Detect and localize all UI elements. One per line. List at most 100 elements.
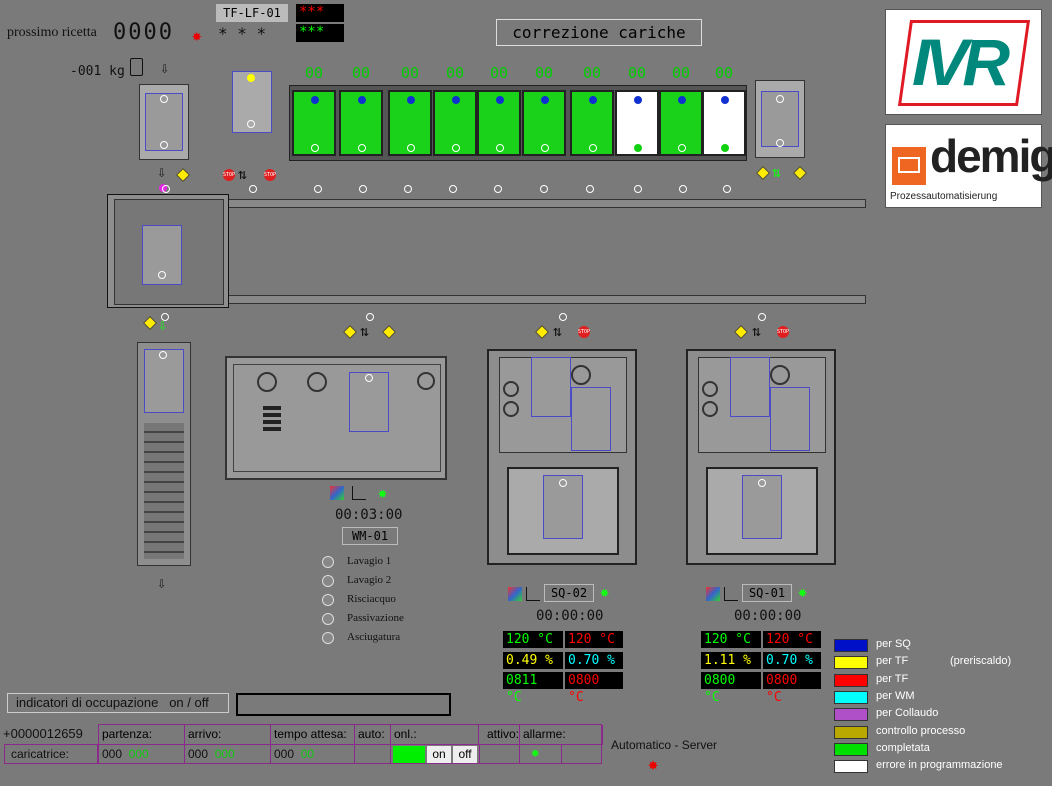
col-header-onl: onl.:: [391, 725, 479, 744]
storage-slot[interactable]: [615, 90, 659, 156]
rail-position-dot: [540, 185, 548, 193]
storage-slot[interactable]: [477, 90, 521, 156]
sq-02-temp1: 120 °C: [503, 631, 563, 648]
slot-counter: 00: [400, 64, 420, 82]
washing-machine-wm-01[interactable]: [225, 356, 447, 480]
occupancy-toggle[interactable]: indicatori di occupazione on / off: [7, 693, 229, 713]
sealed-quench-sq-02[interactable]: [487, 349, 637, 565]
slot-counter: 00: [534, 64, 554, 82]
wm-step-radio[interactable]: [322, 594, 334, 606]
partenza-value: 000 000: [99, 745, 185, 764]
rail-position-dot: [162, 185, 170, 193]
sq-02-timer: 00:00:00: [536, 608, 604, 624]
demig-logo: demig Prozessautomatisierung: [885, 124, 1052, 208]
green-stars-indicator: ***: [296, 24, 344, 42]
unload-station[interactable]: [755, 80, 805, 158]
storage-slot[interactable]: [388, 90, 432, 156]
rail-position-dot: [314, 185, 322, 193]
legend-label: per WM: [876, 689, 915, 702]
shuttle-car[interactable]: [107, 194, 229, 308]
weight-icon: [130, 58, 143, 76]
wm-step-radio[interactable]: [322, 556, 334, 568]
storage-slot[interactable]: [339, 90, 383, 156]
transport-rail-bottom: [186, 295, 866, 304]
sq-02-temp2: 120 °C: [565, 631, 623, 648]
occupancy-indicator: [236, 693, 451, 716]
col-header-attivo: attivo:: [486, 727, 519, 741]
sq-02-pct1: 0.49 %: [503, 652, 563, 669]
slot-counter: 00: [351, 64, 371, 82]
rail-position-dot: [359, 185, 367, 193]
up-down-arrow-icon[interactable]: ⇅: [752, 324, 761, 339]
chart-icon[interactable]: [526, 587, 540, 601]
slot-counter: 00: [445, 64, 465, 82]
col-header-allarme: allarme:: [519, 725, 603, 744]
sq-01-pct2: 0.70 %: [763, 652, 821, 669]
status-diamond: [755, 165, 771, 181]
wm-step-radio[interactable]: [322, 613, 334, 625]
legend-swatch: [834, 656, 868, 670]
up-down-arrow-icon[interactable]: ⇅: [553, 324, 562, 339]
legend-label: per TF: [876, 672, 909, 685]
slot-counter: 00: [714, 64, 734, 82]
legend-label: completata: [876, 741, 930, 754]
program-icon[interactable]: [508, 587, 522, 601]
online-on-button[interactable]: on: [427, 746, 451, 763]
grey-stars: * * *: [218, 24, 267, 43]
stop-icon[interactable]: STOP: [264, 169, 276, 181]
rail-position-dot: [679, 185, 687, 193]
up-down-arrow-icon[interactable]: ⇅: [360, 324, 369, 339]
status-diamond: [733, 324, 749, 340]
storage-slot[interactable]: [522, 90, 566, 156]
up-down-arrow-icon[interactable]: ⇅: [772, 165, 781, 180]
wm-step-label: Passivazione: [347, 612, 404, 624]
weight-value: -001 kg: [70, 64, 125, 79]
down-arrow-icon: ⇩: [160, 59, 170, 77]
chart-icon[interactable]: [352, 486, 366, 500]
rail-position-dot: [366, 313, 374, 321]
vertical-conveyor[interactable]: [137, 342, 191, 566]
stop-icon[interactable]: STOP: [777, 326, 789, 338]
wm-step-radio[interactable]: [322, 575, 334, 587]
online-off-button[interactable]: off: [453, 746, 477, 763]
sq-01-timer: 00:00:00: [734, 608, 802, 624]
storage-slot[interactable]: [570, 90, 614, 156]
up-down-arrow-icon[interactable]: ⇅: [238, 167, 247, 182]
storage-slot[interactable]: [659, 90, 703, 156]
stop-icon[interactable]: STOP: [578, 326, 590, 338]
legend-label: per Collaudo: [876, 707, 939, 720]
legend-swatch: [834, 673, 868, 687]
sq-01-val2: 0800 °C: [763, 672, 821, 705]
storage-slot[interactable]: [702, 90, 746, 156]
load-station[interactable]: [139, 84, 189, 160]
wm-step-radio[interactable]: [322, 632, 334, 644]
correction-button[interactable]: correzione cariche: [496, 19, 702, 46]
slot-counter: 00: [627, 64, 647, 82]
storage-slot[interactable]: [433, 90, 477, 156]
sq-01-temp2: 120 °C: [763, 631, 821, 648]
sq-01-val1: 0800 °C: [701, 672, 761, 705]
server-status: Automatico - Server: [611, 738, 718, 752]
line-id-label: TF-LF-01: [216, 4, 288, 22]
rail-position-dot: [559, 313, 567, 321]
wm-step-label: Lavagio 1: [347, 555, 392, 567]
col-header-auto: auto:: [355, 725, 391, 744]
stop-icon[interactable]: STOP: [223, 169, 235, 181]
status-diamond: [381, 324, 397, 340]
rail-position-dot: [449, 185, 457, 193]
col-header-tempo-attesa: tempo attesa:: [271, 725, 355, 744]
program-icon[interactable]: [330, 486, 344, 500]
chart-icon[interactable]: [724, 587, 738, 601]
occupancy-label: indicatori di occupazione on / off: [16, 695, 209, 710]
program-icon[interactable]: [706, 587, 720, 601]
sealed-quench-sq-01[interactable]: [686, 349, 836, 565]
load-counter: +0000012659: [3, 726, 83, 741]
transfer-unit[interactable]: [232, 71, 272, 133]
legend-swatch: [834, 690, 868, 704]
alarm-icon: ✸: [192, 26, 202, 45]
storage-slot[interactable]: [292, 90, 336, 156]
online-status-green: [393, 746, 425, 763]
col-header-arrivo: arrivo:: [185, 725, 271, 744]
alarm-icon: ✸: [648, 755, 659, 775]
arrivo-value: 000 000: [185, 745, 271, 764]
